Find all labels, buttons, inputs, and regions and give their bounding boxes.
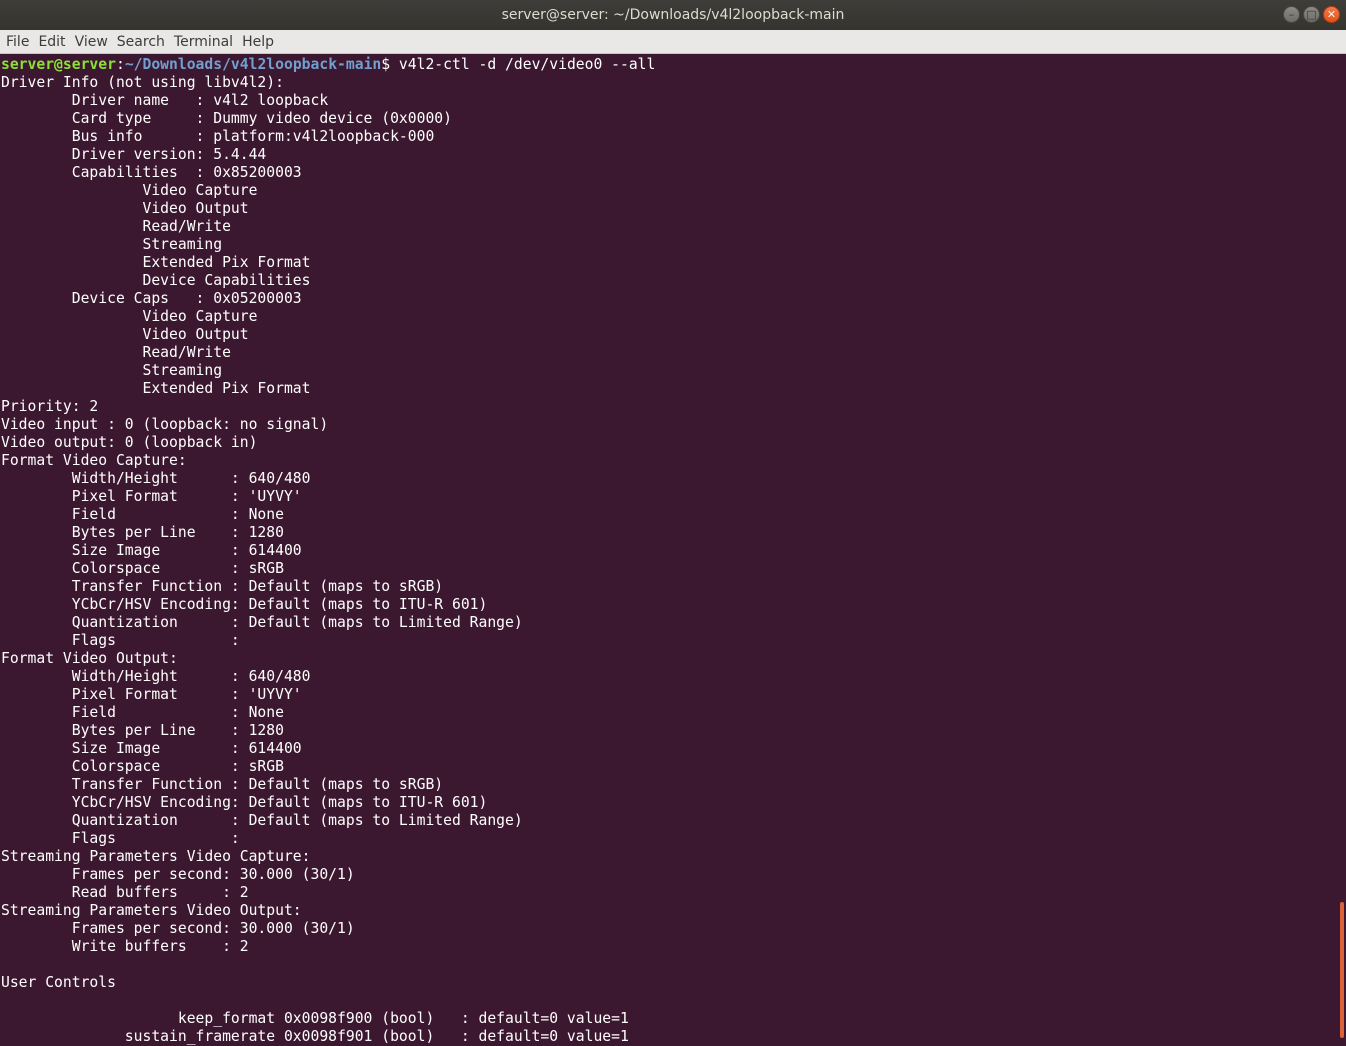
- scrollbar-thumb[interactable]: [1340, 902, 1344, 1038]
- window-title: server@server: ~/Downloads/v4l2loopback-…: [501, 7, 845, 23]
- output-line: Capabilities : 0x85200003: [1, 164, 302, 181]
- output-line: User Controls: [1, 974, 116, 991]
- output-line: Pixel Format : 'UYVY': [1, 686, 302, 703]
- terminal-output[interactable]: server@server:~/Downloads/v4l2loopback-m…: [0, 56, 1338, 1046]
- prompt-symbol: $: [381, 56, 391, 73]
- output-line: Bus info : platform:v4l2loopback-000: [1, 128, 435, 145]
- output-line: Extended Pix Format: [1, 254, 311, 271]
- minimize-icon[interactable]: –: [1283, 6, 1300, 23]
- output-line: Field : None: [1, 704, 284, 721]
- output-line: Pixel Format : 'UYVY': [1, 488, 302, 505]
- output-line: Video output: 0 (loopback in): [1, 434, 258, 451]
- menu-edit[interactable]: Edit: [38, 34, 65, 50]
- window-titlebar[interactable]: server@server: ~/Downloads/v4l2loopback-…: [0, 0, 1346, 30]
- output-line: Quantization : Default (maps to Limited …: [1, 614, 523, 631]
- output-line: Card type : Dummy video device (0x0000): [1, 110, 452, 127]
- output-line: Streaming: [1, 362, 223, 379]
- output-line: Video Capture: [1, 182, 258, 199]
- output-line: sustain_framerate 0x0098f901 (bool) : de…: [1, 1028, 629, 1045]
- output-line: Read/Write: [1, 344, 231, 361]
- output-line: Format Video Capture:: [1, 452, 187, 469]
- output-line: Driver name : v4l2 loopback: [1, 92, 329, 109]
- output-line: Video Capture: [1, 308, 258, 325]
- terminal-scrollbar[interactable]: [1338, 56, 1346, 1046]
- output-line: Driver version: 5.4.44: [1, 146, 267, 163]
- output-line: Driver Info (not using libv4l2):: [1, 74, 284, 91]
- output-line: Size Image : 614400: [1, 740, 302, 757]
- prompt-line: server@server:~/Downloads/v4l2loopback-m…: [0, 56, 1338, 74]
- output-line: Extended Pix Format: [1, 380, 311, 397]
- output-line: Priority: 2: [1, 398, 99, 415]
- menu-view[interactable]: View: [75, 34, 108, 50]
- output-line: Colorspace : sRGB: [1, 560, 284, 577]
- output-line: Size Image : 614400: [1, 542, 302, 559]
- menu-bar: File Edit View Search Terminal Help: [0, 30, 1346, 54]
- output-line: Streaming Parameters Video Output:: [1, 902, 302, 919]
- output-line: Video Output: [1, 326, 249, 343]
- prompt-path: ~/Downloads/v4l2loopback-main: [124, 56, 382, 73]
- output-line: keep_format 0x0098f900 (bool) : default=…: [1, 1010, 629, 1027]
- output-line: Streaming: [1, 236, 223, 253]
- output-line: YCbCr/HSV Encoding: Default (maps to ITU…: [1, 794, 488, 811]
- output-line: Frames per second: 30.000 (30/1): [1, 920, 355, 937]
- output-line: Frames per second: 30.000 (30/1): [1, 866, 355, 883]
- output-line: Bytes per Line : 1280: [1, 722, 284, 739]
- maximize-icon[interactable]: □: [1303, 6, 1320, 23]
- output-line: Bytes per Line : 1280: [1, 524, 284, 541]
- output-line: Video Output: [1, 200, 249, 217]
- terminal-window: server@server: ~/Downloads/v4l2loopback-…: [0, 0, 1346, 1046]
- output-line: Width/Height : 640/480: [1, 668, 311, 685]
- prompt-command: v4l2-ctl -d /dev/video0 --all: [390, 56, 656, 73]
- menu-terminal[interactable]: Terminal: [174, 34, 233, 50]
- menu-help[interactable]: Help: [242, 34, 274, 50]
- output-line: Quantization : Default (maps to Limited …: [1, 812, 523, 829]
- output-line: Colorspace : sRGB: [1, 758, 284, 775]
- prompt-user-host: server@server: [1, 56, 116, 73]
- output-line: Transfer Function : Default (maps to sRG…: [1, 578, 444, 595]
- prompt-colon: :: [115, 56, 125, 73]
- window-controls: – □ ✕: [1283, 6, 1340, 23]
- menu-search[interactable]: Search: [117, 34, 165, 50]
- output-line: Write buffers : 2: [1, 938, 249, 955]
- output-line: Field : None: [1, 506, 284, 523]
- output-line: Width/Height : 640/480: [1, 470, 311, 487]
- output-line: Read/Write: [1, 218, 231, 235]
- output-line: Device Caps : 0x05200003: [1, 290, 302, 307]
- output-line: Streaming Parameters Video Capture:: [1, 848, 311, 865]
- output-line: YCbCr/HSV Encoding: Default (maps to ITU…: [1, 596, 488, 613]
- output-line: Flags :: [1, 632, 249, 649]
- output-line: Device Capabilities: [1, 272, 311, 289]
- output-line: Read buffers : 2: [1, 884, 249, 901]
- menu-file[interactable]: File: [6, 34, 29, 50]
- output-line: Format Video Output:: [1, 650, 178, 667]
- output-line: Video input : 0 (loopback: no signal): [1, 416, 329, 433]
- output-line: Flags :: [1, 830, 249, 847]
- close-icon[interactable]: ✕: [1323, 6, 1340, 23]
- output-line: Transfer Function : Default (maps to sRG…: [1, 776, 444, 793]
